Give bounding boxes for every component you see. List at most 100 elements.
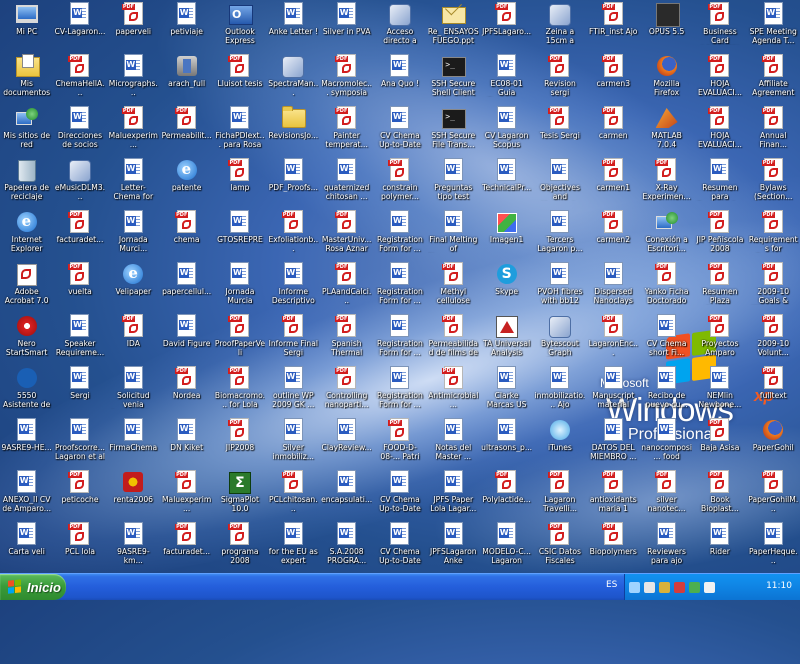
desktop-icon[interactable]: nanocomposi... food packag...: [640, 416, 693, 468]
desktop-icon[interactable]: facturadet...: [160, 520, 213, 572]
desktop-icon[interactable]: Proyectos Amparo: [693, 312, 746, 364]
desktop-icon[interactable]: MODELO-C... Lagaron: [480, 520, 533, 572]
desktop-icon[interactable]: Speaker Requireme...: [53, 312, 106, 364]
desktop-icon[interactable]: Lluisot tesis: [213, 52, 266, 104]
desktop-icon[interactable]: ChemaHellA...: [53, 52, 106, 104]
desktop-icon[interactable]: Registration Form for ...: [373, 364, 426, 416]
desktop-icon[interactable]: Mis documentos: [0, 52, 53, 104]
desktop-icon[interactable]: patente: [160, 156, 213, 208]
desktop-icon[interactable]: Conexión a Escritori...: [640, 208, 693, 260]
desktop-icon[interactable]: quaternized chitosan ...: [320, 156, 373, 208]
desktop-icon[interactable]: carmen: [587, 104, 640, 156]
desktop-icon[interactable]: HOJA EVALUACI...: [693, 104, 746, 156]
desktop-icon[interactable]: OPUS 5.5: [640, 0, 693, 52]
desktop-icon[interactable]: eMusicDLM3...: [53, 156, 106, 208]
desktop-icon[interactable]: inmobilizatio... Ajo: [533, 364, 586, 416]
desktop-icon[interactable]: Silver in PVA: [320, 0, 373, 52]
desktop-icon[interactable]: EC08-01 Guia Evaluador P...: [480, 52, 533, 104]
desktop-icon[interactable]: Tesis Sergi: [533, 104, 586, 156]
desktop-icon[interactable]: ultrasons_p...: [480, 416, 533, 468]
desktop-icon[interactable]: Re_ ENSAYOS FUEGO.ppt: [427, 0, 480, 52]
desktop-icon[interactable]: Annual Finan...: [747, 104, 800, 156]
desktop-icon[interactable]: Exfoliationb...: [267, 208, 320, 260]
desktop-icon[interactable]: outline WP 2009 GK ...: [267, 364, 320, 416]
desktop-icon[interactable]: Resumen Plaza Amparo Lopez: [693, 260, 746, 312]
desktop-icon[interactable]: 9ASRE9-HE...: [0, 416, 53, 468]
desktop-icon[interactable]: Jornada Murci...: [107, 208, 160, 260]
desktop-icon[interactable]: HOJA EVALUACI...: [693, 52, 746, 104]
desktop-icon[interactable]: Book Bioplast...: [693, 468, 746, 520]
desktop-icon[interactable]: Registration Form for ...: [373, 260, 426, 312]
volume-icon[interactable]: [644, 581, 655, 593]
desktop-icon[interactable]: CV Chema Up-to-Date: [373, 520, 426, 572]
desktop-icon[interactable]: encapsulati...: [320, 468, 373, 520]
desktop-icon[interactable]: Painter temperat...: [320, 104, 373, 156]
desktop-icon[interactable]: Bytescout Graph Digiti...: [533, 312, 586, 364]
desktop-icon[interactable]: Manuscript material: [587, 364, 640, 416]
desktop-icon[interactable]: Maluexperim...: [160, 468, 213, 520]
desktop-icon[interactable]: carmen1: [587, 156, 640, 208]
desktop-icon[interactable]: Tercers Lagaron p...: [533, 208, 586, 260]
desktop-icon[interactable]: MasterUniv... Rosa Aznar: [320, 208, 373, 260]
desktop-icon[interactable]: SSH Secure File Trans...: [427, 104, 480, 156]
desktop-icon[interactable]: ProofPaperVeli: [213, 312, 266, 364]
desktop-icon[interactable]: PDF_Proofs...: [267, 156, 320, 208]
desktop-icon[interactable]: SSH Secure Shell Client: [427, 52, 480, 104]
desktop-icon[interactable]: JPFS Paper Lola Lagar...: [427, 468, 480, 520]
desktop-icon[interactable]: Requirements for Section...: [747, 208, 800, 260]
update-icon[interactable]: [704, 581, 715, 593]
desktop-icon[interactable]: FirmaChema: [107, 416, 160, 468]
desktop-icon[interactable]: TA Universal Analysis: [480, 312, 533, 364]
desktop-icon[interactable]: LagaronEnc...: [587, 312, 640, 364]
desktop-icon[interactable]: antioxidants maria 1: [587, 468, 640, 520]
desktop-icon[interactable]: Recibo de nuevo cu...: [640, 364, 693, 416]
desktop-icon[interactable]: PaperGohil: [747, 416, 800, 468]
desktop-icon[interactable]: David Figure: [160, 312, 213, 364]
start-button[interactable]: Inicio: [0, 574, 66, 600]
desktop-icon[interactable]: Adobe Acrobat 7.0 Professi...: [0, 260, 53, 312]
desktop-icon[interactable]: chema: [160, 208, 213, 260]
desktop-icon[interactable]: Registration Form for ...: [373, 312, 426, 364]
desktop-icon[interactable]: CV Chema Up-to-Date: [373, 468, 426, 520]
desktop-icon[interactable]: silver nanotec...: [640, 468, 693, 520]
desktop-icon[interactable]: JPFSLagaro...: [480, 0, 533, 52]
desktop-icon[interactable]: PaperHeque...: [747, 520, 800, 572]
desktop-icon[interactable]: Internet Explorer: [0, 208, 53, 260]
desktop-icon[interactable]: FOOD-D-08-... Patri Ajo: [373, 416, 426, 468]
desktop-icon[interactable]: papercellul...: [160, 260, 213, 312]
desktop-icon[interactable]: 9ASRE9-km...: [107, 520, 160, 572]
desktop-icon[interactable]: FichaPDIext... para Rosa d...: [213, 104, 266, 156]
desktop-icon[interactable]: Spanish Thermal Bro...: [320, 312, 373, 364]
desktop-icon[interactable]: Nordea: [160, 364, 213, 416]
desktop-icon[interactable]: Proofscorre... Lagaron et al: [53, 416, 106, 468]
desktop-icon[interactable]: Mozilla Firefox: [640, 52, 693, 104]
desktop-icon[interactable]: JPFSLagaron Anke: [427, 520, 480, 572]
desktop-icon[interactable]: Biomacromo... for Lola: [213, 364, 266, 416]
desktop-icon[interactable]: CV-Lagaron...: [53, 0, 106, 52]
desktop-icon[interactable]: DN Kiket: [160, 416, 213, 468]
desktop-icon[interactable]: Imagen1: [480, 208, 533, 260]
desktop-icon[interactable]: Notas del Master ...: [427, 416, 480, 468]
desktop-icon[interactable]: Nero StartSmart: [0, 312, 53, 364]
desktop-icon[interactable]: Methyl cellulose: [427, 260, 480, 312]
desktop-icon[interactable]: Controlling nanoparti...: [320, 364, 373, 416]
messenger-icon[interactable]: [689, 581, 700, 593]
desktop-icon[interactable]: Acceso directo a CP1-5: [373, 0, 426, 52]
desktop-icon[interactable]: PaperGohilM...: [747, 468, 800, 520]
desktop-icon[interactable]: Reviewers para ajo: [640, 520, 693, 572]
desktop-icon[interactable]: CV Chema Up-to-Date ...: [373, 104, 426, 156]
desktop-icon[interactable]: JIP2008: [213, 416, 266, 468]
desktop-icon[interactable]: Outlook Express: [213, 0, 266, 52]
desktop-icon[interactable]: PVOH fibres with bb12: [533, 260, 586, 312]
desktop-icon[interactable]: X-Ray Experimen...: [640, 156, 693, 208]
desktop-icon[interactable]: Carta veli: [0, 520, 53, 572]
desktop-icon[interactable]: Registration Form for ...: [373, 208, 426, 260]
desktop-icon[interactable]: Micrographs...: [107, 52, 160, 104]
desktop-icon[interactable]: carmen3: [587, 52, 640, 104]
desktop-icon[interactable]: Dispersed Nanoclays: [587, 260, 640, 312]
desktop-icon[interactable]: carmen2: [587, 208, 640, 260]
desktop-icon[interactable]: Permeabilit...: [160, 104, 213, 156]
desktop-icon[interactable]: Macromolec... symposia bl...: [320, 52, 373, 104]
desktop-icon[interactable]: Papelera de reciclaje: [0, 156, 53, 208]
language-indicator[interactable]: ES: [606, 580, 617, 590]
